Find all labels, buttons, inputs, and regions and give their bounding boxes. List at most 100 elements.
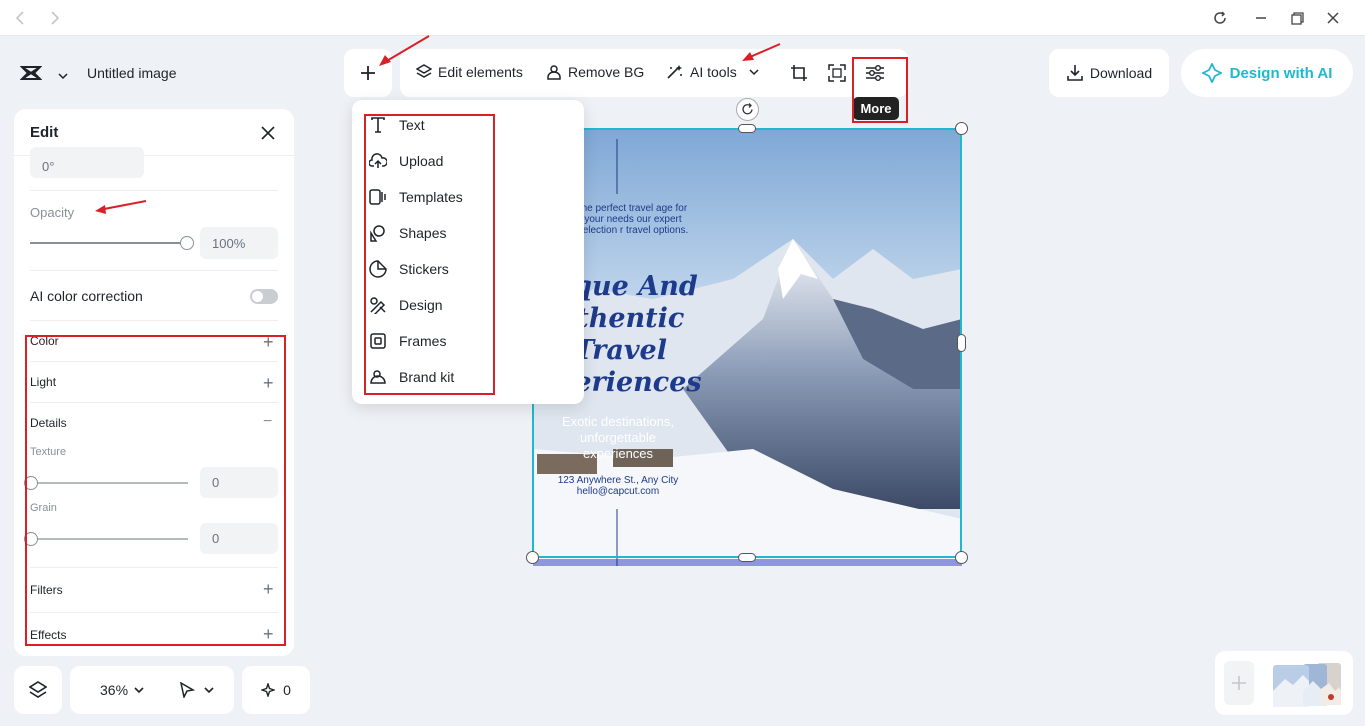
light-section-label[interactable]: Light [30, 375, 56, 389]
edit-panel-title: Edit [30, 123, 59, 141]
add-button[interactable] [344, 49, 392, 97]
resize-handle-top[interactable] [738, 124, 756, 133]
effects-section-label[interactable]: Effects [30, 628, 66, 642]
details-section-label[interactable]: Details [30, 416, 67, 430]
remove-bg-button[interactable]: Remove BG [546, 64, 644, 80]
menu-item-upload[interactable]: Upload [368, 150, 443, 172]
opacity-slider-knob[interactable] [180, 236, 194, 250]
pointer-icon[interactable] [179, 682, 196, 698]
toggle-knob [252, 291, 263, 302]
project-title[interactable]: Untitled image [87, 65, 177, 81]
edit-panel: Edit 0° Opacity 100% AI color correction… [14, 109, 294, 656]
main-toolbar: Edit elements Remove BG AI tools [400, 49, 908, 97]
rotate-icon [742, 103, 753, 115]
resize-handle-bottom-left[interactable] [526, 551, 539, 564]
menu-item-shapes[interactable]: Shapes [368, 222, 446, 244]
chevron-down-icon[interactable] [204, 686, 214, 694]
sparkle-count: 0 [283, 682, 291, 698]
texture-value-field[interactable]: 0 [200, 467, 278, 498]
brand-kit-icon [368, 367, 388, 387]
close-icon[interactable] [260, 125, 276, 146]
texture-slider-knob[interactable] [24, 476, 38, 490]
resize-handle-right[interactable] [957, 334, 966, 352]
forward-icon[interactable] [44, 8, 66, 28]
menu-item-stickers[interactable]: Stickers [368, 258, 449, 280]
menu-item-templates[interactable]: Templates [368, 186, 463, 208]
add-page-button[interactable] [1224, 661, 1254, 705]
frames-icon [368, 331, 388, 351]
download-button[interactable]: Download [1049, 49, 1169, 97]
capcut-logo-icon[interactable] [19, 64, 43, 87]
ai-tools-button[interactable]: AI tools [666, 64, 759, 80]
zoom-level[interactable]: 36% [100, 682, 128, 698]
light-expand-plus-icon[interactable]: + [263, 374, 274, 392]
menu-item-frames[interactable]: Frames [368, 330, 446, 352]
opacity-label: Opacity [30, 205, 75, 220]
divider [30, 612, 278, 613]
adjust-sliders-icon[interactable] [865, 64, 885, 87]
design-icon [368, 295, 388, 315]
add-menu: Text Upload Templates Shapes Stickers De… [352, 100, 584, 404]
plus-icon [361, 66, 375, 80]
design-with-ai-button[interactable]: Design with AI [1181, 49, 1353, 97]
layers-icon [416, 64, 432, 78]
stickers-icon [368, 259, 388, 279]
replace-icon[interactable] [828, 64, 846, 87]
opacity-value-field[interactable]: 100% [200, 227, 278, 259]
divider [30, 402, 278, 403]
person-icon [547, 65, 561, 80]
resize-handle-bottom[interactable] [738, 553, 756, 562]
text-icon [368, 115, 388, 135]
menu-item-brand-kit[interactable]: Brand kit [368, 366, 454, 388]
sparkle-counter-button[interactable]: 0 [242, 666, 310, 714]
resize-handle-bottom-right[interactable] [955, 551, 968, 564]
page-thumbnail[interactable] [1273, 661, 1341, 707]
shapes-icon [368, 223, 388, 243]
color-section-label[interactable]: Color [30, 334, 59, 348]
resize-handle-top-right[interactable] [955, 122, 968, 135]
restore-icon[interactable] [1286, 8, 1308, 28]
chevron-down-icon [749, 69, 759, 76]
details-collapse-minus-icon[interactable]: − [263, 413, 272, 431]
crop-icon[interactable] [790, 64, 808, 87]
color-expand-plus-icon[interactable]: + [263, 333, 274, 351]
divider [30, 567, 278, 568]
grain-slider-knob[interactable] [24, 532, 38, 546]
download-icon [1067, 65, 1083, 81]
rotation-field[interactable]: 0° [30, 147, 144, 178]
rotate-handle[interactable] [736, 98, 759, 121]
window-titlebar [0, 0, 1365, 36]
close-window-icon[interactable] [1322, 8, 1344, 28]
chevron-down-icon[interactable] [58, 67, 68, 85]
divider [30, 190, 278, 191]
edit-elements-button[interactable]: Edit elements [416, 64, 523, 80]
effects-expand-plus-icon[interactable]: + [263, 625, 274, 643]
plus-icon [1232, 676, 1246, 690]
menu-item-design[interactable]: Design [368, 294, 443, 316]
back-icon[interactable] [9, 8, 31, 28]
project-header: Untitled image [8, 50, 196, 96]
zoom-control: 36% [70, 666, 234, 714]
minimize-icon[interactable] [1250, 8, 1272, 28]
opacity-slider-track[interactable] [30, 242, 188, 244]
divider [30, 270, 278, 271]
filters-section-label[interactable]: Filters [30, 583, 63, 597]
ai-color-correction-toggle[interactable] [250, 289, 278, 304]
texture-label: Texture [30, 446, 67, 458]
texture-slider-track[interactable] [30, 482, 188, 484]
grain-slider-track[interactable] [30, 538, 188, 540]
divider [30, 320, 278, 321]
chevron-down-icon[interactable] [134, 686, 144, 694]
pages-panel [1215, 651, 1353, 715]
upload-icon [368, 151, 388, 171]
menu-item-text[interactable]: Text [368, 114, 425, 136]
grain-value-field[interactable]: 0 [200, 523, 278, 554]
refresh-icon[interactable] [1209, 8, 1231, 28]
layers-icon [29, 681, 47, 698]
layers-button[interactable] [14, 666, 62, 714]
grain-label: Grain [30, 502, 57, 514]
filters-expand-plus-icon[interactable]: + [263, 580, 274, 598]
magic-wand-icon [667, 65, 682, 79]
ai-sparkle-icon [1201, 63, 1222, 83]
selection-box[interactable] [532, 128, 962, 558]
